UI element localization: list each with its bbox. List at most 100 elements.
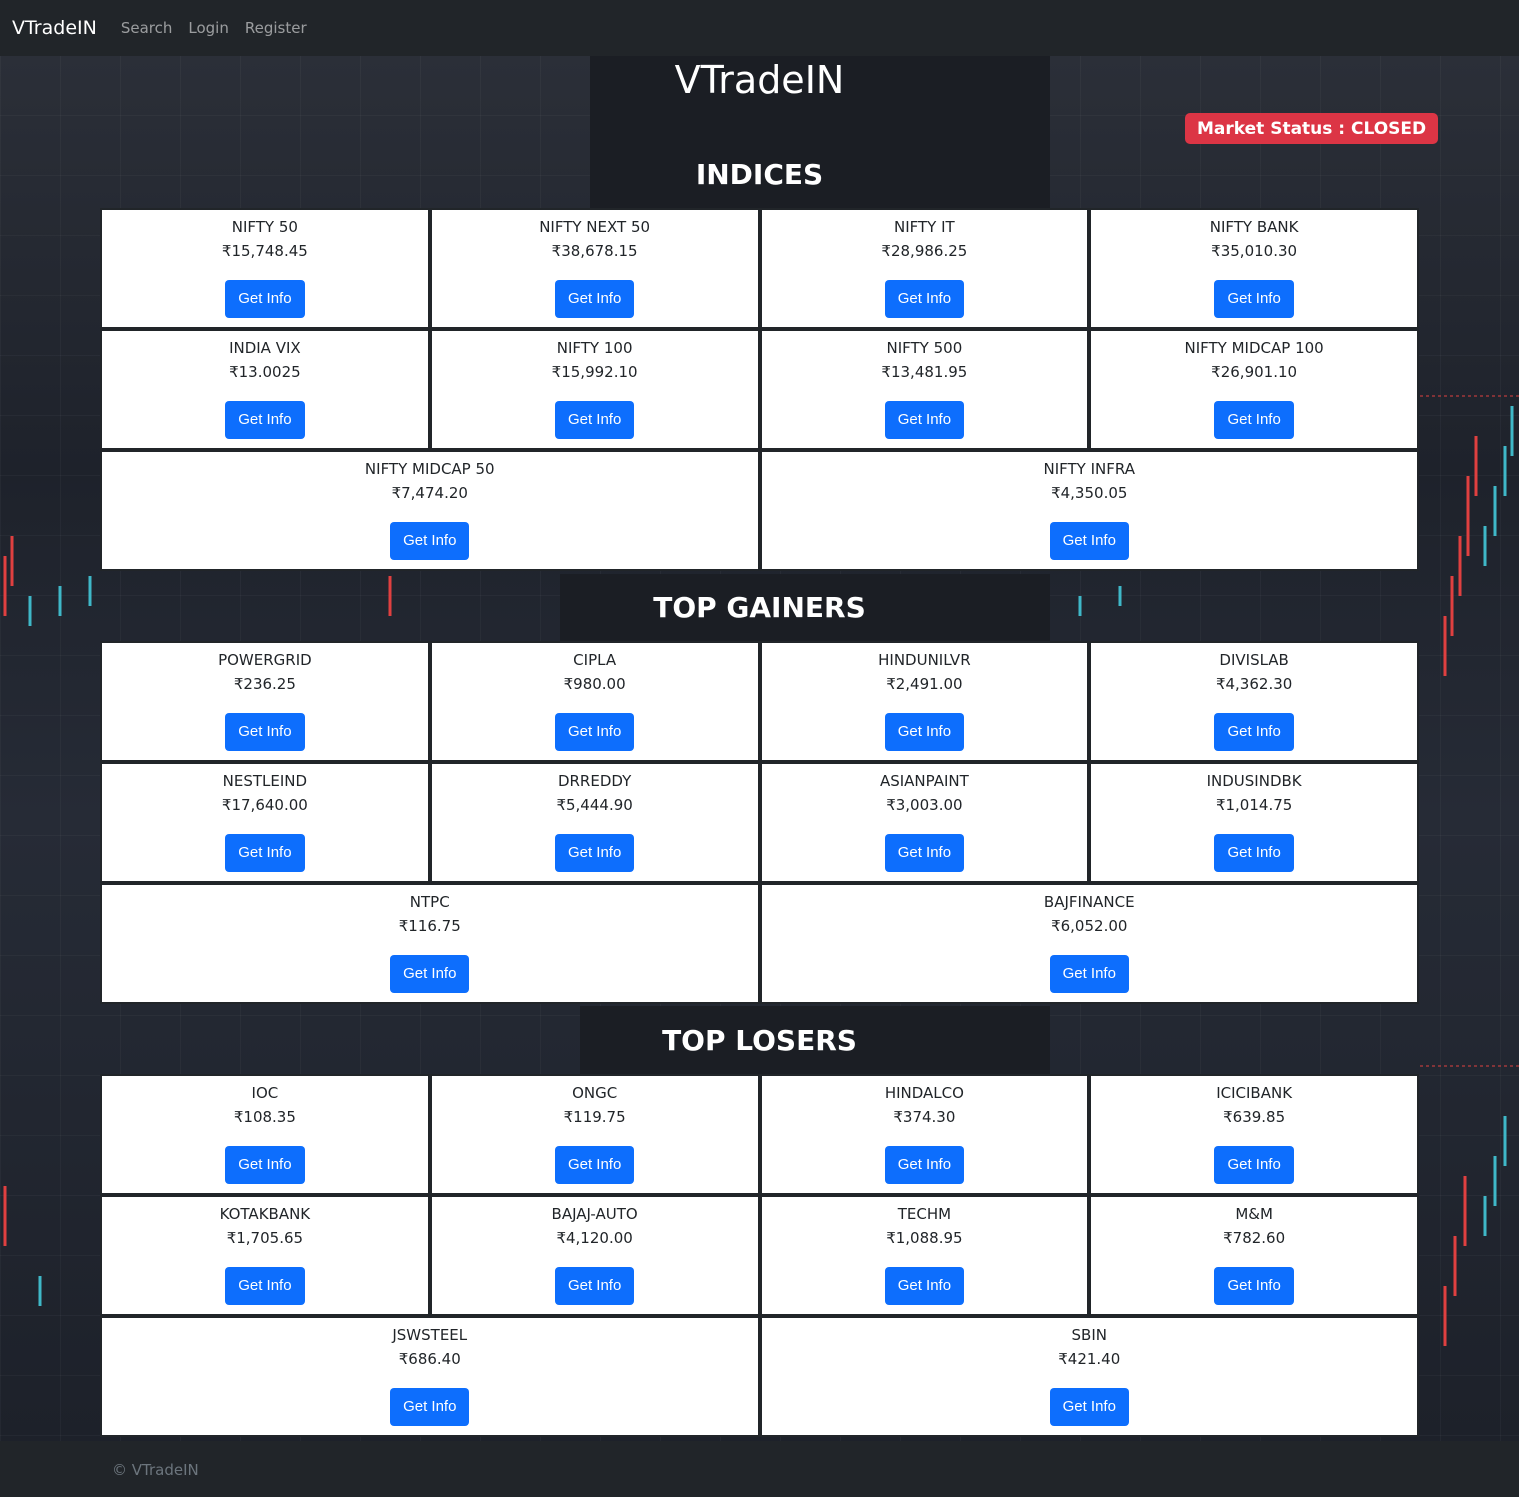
market-status-badge: Market Status : CLOSED — [1185, 113, 1439, 144]
stock-name: NIFTY MIDCAP 100 — [1184, 339, 1324, 357]
get-info-button[interactable]: Get Info — [554, 1146, 635, 1184]
stock-card: TECHM ₹1,088.95 Get Info — [761, 1197, 1088, 1314]
get-info-button[interactable]: Get Info — [225, 1146, 305, 1184]
stock-price: ₹3,003.00 — [886, 796, 963, 814]
stock-price: ₹6,052.00 — [1051, 917, 1128, 935]
stock-name: NIFTY NEXT 50 — [539, 218, 651, 236]
get-info-button[interactable]: Get Info — [884, 1267, 965, 1305]
stock-card: KOTAKBANK ₹1,705.65 Get Info — [102, 1197, 428, 1314]
stock-card: NIFTY 500 ₹13,481.95 Get Info — [761, 331, 1088, 448]
get-info-button[interactable]: Get Info — [1214, 1267, 1294, 1305]
stock-card: NIFTY MIDCAP 100 ₹26,901.10 Get Info — [1091, 331, 1417, 448]
get-info-button[interactable]: Get Info — [225, 713, 305, 751]
stock-name: NESTLEIND — [222, 772, 308, 790]
stock-card: NIFTY BANK ₹35,010.30 Get Info — [1091, 210, 1417, 327]
stock-card: NIFTY NEXT 50 ₹38,678.15 Get Info — [431, 210, 758, 327]
get-info-button[interactable]: Get Info — [554, 401, 635, 439]
stock-price: ₹1,014.75 — [1215, 796, 1293, 814]
stock-price: ₹35,010.30 — [1211, 242, 1298, 260]
stock-card: ASIANPAINT ₹3,003.00 Get Info — [761, 764, 1088, 881]
top-gainers-grid: POWERGRID ₹236.25 Get Info CIPLA ₹980.00 Get … — [100, 641, 1419, 1004]
get-info-button[interactable]: Get Info — [1214, 713, 1294, 751]
stock-card: DIVISLAB ₹4,362.30 Get Info — [1091, 643, 1417, 760]
stock-card: IOC ₹108.35 Get Info — [102, 1076, 428, 1193]
stock-name: SBIN — [1071, 1326, 1107, 1344]
stock-name: BAJFINANCE — [1043, 893, 1135, 911]
stock-price: ₹4,362.30 — [1215, 675, 1293, 693]
get-info-button[interactable]: Get Info — [390, 955, 470, 993]
stock-card: NIFTY 50 ₹15,748.45 Get Info — [102, 210, 428, 327]
nav-link-register[interactable]: Register — [245, 19, 307, 37]
stock-name: NTPC — [409, 893, 450, 911]
get-info-button[interactable]: Get Info — [554, 834, 635, 872]
stock-price: ₹374.30 — [893, 1108, 956, 1126]
stock-card: INDIA VIX ₹13.0025 Get Info — [102, 331, 428, 448]
get-info-button[interactable]: Get Info — [1214, 1146, 1294, 1184]
stock-card: NIFTY INFRA ₹4,350.05 Get Info — [761, 452, 1417, 569]
stock-price: ₹1,705.65 — [226, 1229, 304, 1247]
indices-grid: NIFTY 50 ₹15,748.45 Get Info NIFTY NEXT 50 ₹… — [100, 208, 1419, 571]
get-info-button[interactable]: Get Info — [225, 280, 305, 318]
get-info-button[interactable]: Get Info — [225, 1267, 305, 1305]
get-info-button[interactable]: Get Info — [390, 522, 470, 560]
get-info-button[interactable]: Get Info — [884, 1146, 965, 1184]
get-info-button[interactable]: Get Info — [1049, 1388, 1129, 1426]
stock-name: ICICIBANK — [1216, 1084, 1293, 1102]
stock-name: IOC — [251, 1084, 279, 1102]
stock-price: ₹236.25 — [233, 675, 296, 693]
stock-price: ₹4,120.00 — [556, 1229, 633, 1247]
get-info-button[interactable]: Get Info — [884, 280, 965, 318]
get-info-button[interactable]: Get Info — [554, 1267, 635, 1305]
get-info-button[interactable]: Get Info — [1049, 522, 1129, 560]
stock-price: ₹119.75 — [563, 1108, 626, 1126]
get-info-button[interactable]: Get Info — [1214, 280, 1294, 318]
stock-name: HINDUNILVR — [878, 651, 971, 669]
get-info-button[interactable]: Get Info — [1214, 834, 1294, 872]
get-info-button[interactable]: Get Info — [554, 713, 635, 751]
navbar-brand[interactable]: VTradeIN — [12, 17, 97, 39]
stock-name: INDUSINDBK — [1206, 772, 1302, 790]
stock-price: ₹639.85 — [1223, 1108, 1286, 1126]
stock-card: POWERGRID ₹236.25 Get Info — [102, 643, 428, 760]
stock-card: ONGC ₹119.75 Get Info — [431, 1076, 758, 1193]
stock-name: M&M — [1235, 1205, 1273, 1223]
stock-name: NIFTY 50 — [231, 218, 298, 236]
stock-price: ₹28,986.25 — [881, 242, 968, 260]
stock-price: ₹5,444.90 — [556, 796, 633, 814]
get-info-button[interactable]: Get Info — [884, 713, 965, 751]
stock-price: ₹421.40 — [1058, 1350, 1121, 1368]
stock-card: JSWSTEEL ₹686.40 Get Info — [102, 1318, 758, 1435]
get-info-button[interactable]: Get Info — [390, 1388, 470, 1426]
stock-card: CIPLA ₹980.00 Get Info — [431, 643, 758, 760]
get-info-button[interactable]: Get Info — [884, 834, 965, 872]
stock-name: DRREDDY — [557, 772, 632, 790]
stock-price: ₹108.35 — [233, 1108, 296, 1126]
stock-name: ASIANPAINT — [879, 772, 969, 790]
stock-name: KOTAKBANK — [219, 1205, 311, 1223]
stock-card: INDUSINDBK ₹1,014.75 Get Info — [1091, 764, 1417, 881]
stock-name: NIFTY INFRA — [1043, 460, 1135, 478]
stock-card: DRREDDY ₹5,444.90 Get Info — [431, 764, 758, 881]
stock-card: NIFTY IT ₹28,986.25 Get Info — [761, 210, 1088, 327]
section-title-indices: INDICES — [695, 158, 824, 191]
footer-copyright: © VTradeIN — [112, 1461, 199, 1479]
get-info-button[interactable]: Get Info — [225, 401, 305, 439]
get-info-button[interactable]: Get Info — [884, 401, 965, 439]
stock-card: NIFTY 100 ₹15,992.10 Get Info — [431, 331, 758, 448]
stock-price: ₹4,350.05 — [1051, 484, 1128, 502]
get-info-button[interactable]: Get Info — [554, 280, 635, 318]
nav-link-login[interactable]: Login — [188, 19, 228, 37]
get-info-button[interactable]: Get Info — [1049, 955, 1129, 993]
stock-name: HINDALCO — [884, 1084, 964, 1102]
get-info-button[interactable]: Get Info — [1214, 401, 1294, 439]
get-info-button[interactable]: Get Info — [225, 834, 305, 872]
stock-price: ₹1,088.95 — [886, 1229, 963, 1247]
section-title-top-losers: TOP LOSERS — [662, 1024, 857, 1057]
stock-price: ₹116.75 — [398, 917, 461, 935]
nav-link-search[interactable]: Search — [121, 19, 173, 37]
stock-name: NIFTY 100 — [556, 339, 633, 357]
top-losers-grid: IOC ₹108.35 Get Info ONGC ₹119.75 Get Info HIN… — [100, 1074, 1419, 1437]
stock-price: ₹980.00 — [563, 675, 626, 693]
stock-card: NTPC ₹116.75 Get Info — [102, 885, 758, 1002]
stock-card: BAJFINANCE ₹6,052.00 Get Info — [761, 885, 1417, 1002]
